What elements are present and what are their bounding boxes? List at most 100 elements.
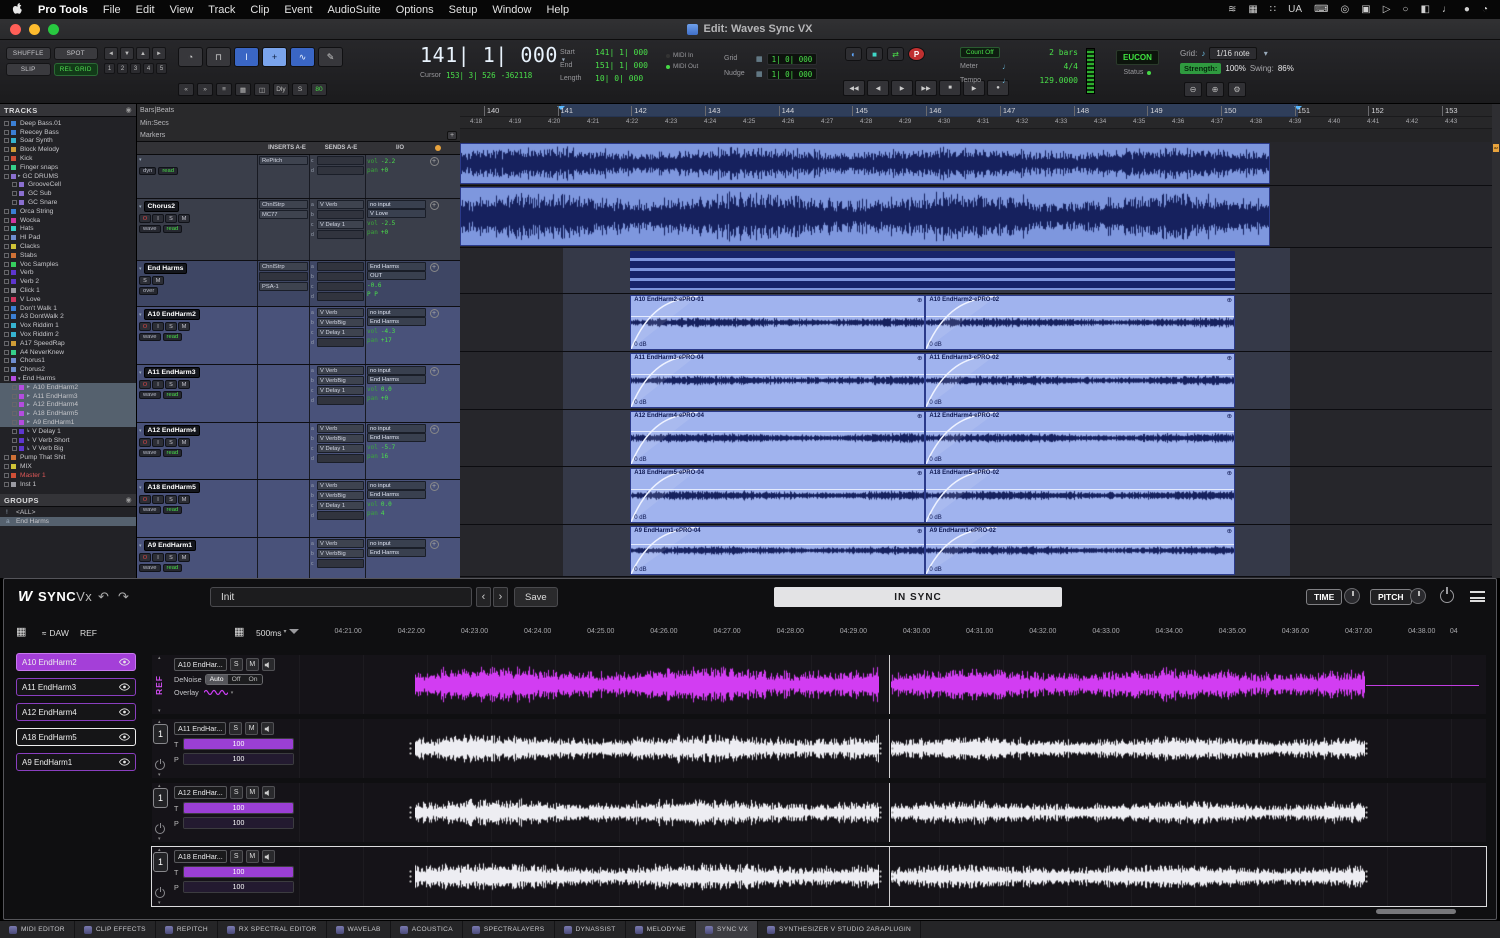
track-item-name[interactable]: Hats [20,225,34,232]
track-select-box[interactable] [4,323,9,328]
track-list-item[interactable]: Don't Walk 1 [0,304,136,313]
track-lane[interactable]: ⊕ [460,142,1492,186]
track-list-item[interactable]: Verb 2 [0,277,136,286]
speaker-icon[interactable] [262,850,275,863]
send-slot[interactable]: V Delay 1 [317,386,364,395]
track-item-name[interactable]: Reecey Bass [20,129,59,136]
pan-value[interactable]: +17 [381,337,392,344]
io-path[interactable]: no input [367,200,426,209]
zoom-preset-button[interactable]: 2 [117,63,128,74]
zoom-preset-button[interactable]: 3 [130,63,141,74]
plugin-track-name[interactable]: A11 EndHarm3 [22,683,115,692]
track-lane[interactable]: A11 EndHarm3-ePRO-04 0 dB ⊕ A11 EndHarm3… [460,352,1492,410]
status-icon[interactable]: ▦ [1248,4,1257,15]
send-slot[interactable]: V Delay 1 [317,501,364,510]
keyboard-focus-button[interactable]: az [1493,144,1499,152]
io-path[interactable]: no input [367,424,426,433]
plugin-track-item[interactable]: A10 EndHarm2 [16,653,136,671]
transport-option-button[interactable]: ◐ [845,47,862,61]
track-list-item[interactable]: Pump That Shit [0,453,136,462]
track-select-box[interactable] [4,376,9,381]
track-select-box[interactable] [12,394,17,399]
track-list-item[interactable]: A3 DontWalk 2 [0,313,136,322]
speaker-icon[interactable] [262,786,275,799]
edit-mode-button[interactable]: SLIP [6,63,51,76]
track-lane[interactable]: A18 EndHarm5-ePRO-04 0 dB ⊕ A18 EndHarm5… [460,467,1492,525]
volume-automation-line[interactable] [926,489,1234,490]
track-name[interactable]: A9 EndHarm1 [144,540,197,551]
track-strip[interactable]: ▾A10 EndHarm2 OISM waveread aV VerbbV Ve… [137,307,460,365]
zoom-button[interactable] [48,24,59,35]
solo-button[interactable]: S [229,722,242,735]
clip-gain-label[interactable]: 0 dB [929,515,941,521]
status-icon[interactable]: ▷ [1383,4,1391,15]
io-path[interactable]: no input [367,481,426,490]
send-slot[interactable] [317,292,364,301]
track-list-item[interactable]: V Love [0,295,136,304]
status-icon[interactable]: ▣ [1361,4,1370,15]
track-view-chip[interactable]: wave [139,564,161,572]
lane-collapse-icon[interactable]: ▴ [158,655,161,661]
track-select-box[interactable] [4,288,9,293]
track-select-box[interactable] [4,279,9,284]
track-item-name[interactable]: Kick [20,155,32,162]
resolution-select[interactable]: 500ms▾ [256,628,287,638]
audio-clip[interactable]: ⊕ [460,187,1270,246]
track-select-box[interactable] [12,402,17,407]
track-list-item[interactable]: ↳ V Delay 1 [0,427,136,436]
solo-button[interactable]: S [230,658,243,671]
status-icon[interactable]: ♩ [1442,4,1452,15]
lane-power-icon[interactable] [155,888,165,898]
group-name[interactable]: <ALL> [16,509,35,516]
grid-nudge-value[interactable]: 1| 0| 000 [767,68,818,80]
vol-value[interactable]: 0.0 [381,386,392,393]
track-state-button[interactable]: O [139,380,151,389]
timeline-marker[interactable] [289,629,299,639]
status-icon[interactable]: ⌨ [1314,4,1328,15]
lane-track-chip[interactable]: A11 EndHar... [174,722,226,735]
track-select-box[interactable] [4,209,9,214]
insert-slot[interactable]: MC77 [259,210,308,219]
io-path[interactable]: End Harms [367,375,426,384]
plugin-lane[interactable]: ▴ 1 ▾ A11 EndHar... S M DeNoise AutoOffO… [152,719,1486,778]
track-select-box[interactable] [4,174,9,179]
track-item-name[interactable]: A4 NeverKnew [20,349,64,356]
track-list-item[interactable]: Hats [0,225,136,234]
toolbar-mini-button[interactable]: » [197,83,213,96]
track-list-item[interactable]: Wocka [0,216,136,225]
lane-expand-icon[interactable]: ▾ [158,708,161,714]
track-item-name[interactable]: Soar Synth [20,137,53,144]
track-list-item[interactable]: Deep Bass.01 [0,119,136,128]
send-slot[interactable] [317,230,364,239]
track-list-item[interactable]: A4 NeverKnew [0,348,136,357]
segment-handle[interactable] [879,741,882,757]
collapse-icon[interactable]: ▾ [139,428,142,434]
transport-button[interactable]: ■ [939,80,961,96]
io-path[interactable]: End Harms [367,262,426,271]
status-icon[interactable]: UA [1288,4,1302,15]
plugin-track-item[interactable]: A12 EndHarm4 [16,703,136,721]
track-select-box[interactable] [4,314,9,319]
audio-clip[interactable]: A10 EndHarm2-ePRO-01 0 dB ⊕ [630,295,925,350]
menu-item[interactable]: Track [208,4,235,16]
track-select-box[interactable] [4,367,9,372]
grid-value-select[interactable]: 1/16 note [1209,47,1256,60]
track-state-button[interactable]: I [152,214,164,223]
lane-track-chip[interactable]: A12 EndHar... [174,786,227,799]
zoom-preset-button[interactable]: 4 [143,63,154,74]
plugin-track-name[interactable]: A9 EndHarm1 [22,758,115,767]
segment-handle[interactable] [1365,869,1368,885]
ruler-ticks[interactable]: 1401411421431441451461471481491501511521… [460,104,1492,141]
waveform-segment[interactable] [891,788,1365,838]
track-select-box[interactable] [4,244,9,249]
track-select-box[interactable] [12,182,17,187]
segment-handle[interactable] [1365,741,1368,757]
status-icon[interactable]: ≋ [1228,4,1236,15]
track-state-button[interactable]: M [178,380,190,389]
zoom-arrow-button[interactable]: ◄ [104,47,118,60]
track-select-box[interactable] [4,226,9,231]
track-item-name[interactable]: Block Melody [20,146,59,153]
track-item-name[interactable]: V Verb Short [32,437,69,444]
zoom-arrow-button[interactable]: ▲ [136,47,150,60]
track-item-name[interactable]: Click 1 [20,287,40,294]
